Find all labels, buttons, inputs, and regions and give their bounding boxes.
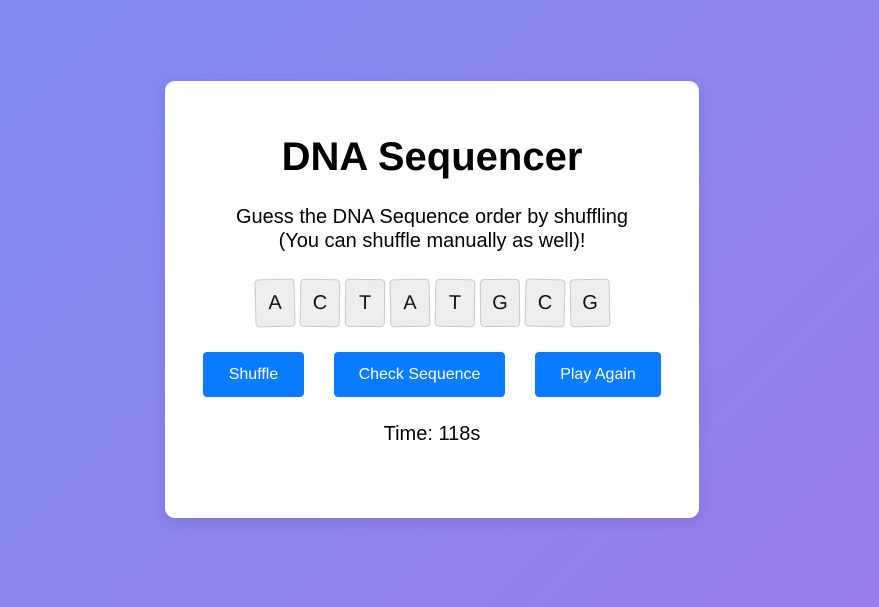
- dna-tile[interactable]: C: [299, 278, 340, 328]
- dna-tile[interactable]: G: [479, 278, 520, 328]
- instructions-line-1: Guess the DNA Sequence order by shufflin…: [235, 206, 629, 228]
- dna-tile[interactable]: T: [344, 278, 385, 328]
- instructions-line-2: (You can shuffle manually as well)!: [278, 230, 586, 252]
- game-title: DNA Sequencer: [281, 135, 583, 179]
- dna-tile[interactable]: C: [523, 278, 566, 328]
- check-sequence-button[interactable]: Check Sequence: [334, 352, 505, 397]
- dna-tile[interactable]: A: [253, 278, 296, 328]
- game-card: DNA Sequencer Guess the DNA Sequence ord…: [165, 81, 699, 518]
- timer-display: Time: 118s: [383, 423, 481, 445]
- dna-tile[interactable]: T: [434, 278, 475, 328]
- dna-tile[interactable]: G: [569, 278, 610, 328]
- instructions: Guess the DNA Sequence order by shufflin…: [165, 205, 699, 253]
- dna-tile-row: A C T A T G C G: [165, 277, 699, 329]
- shuffle-button[interactable]: Shuffle: [203, 352, 304, 397]
- dna-tile[interactable]: A: [389, 278, 430, 328]
- play-again-button[interactable]: Play Again: [535, 352, 661, 397]
